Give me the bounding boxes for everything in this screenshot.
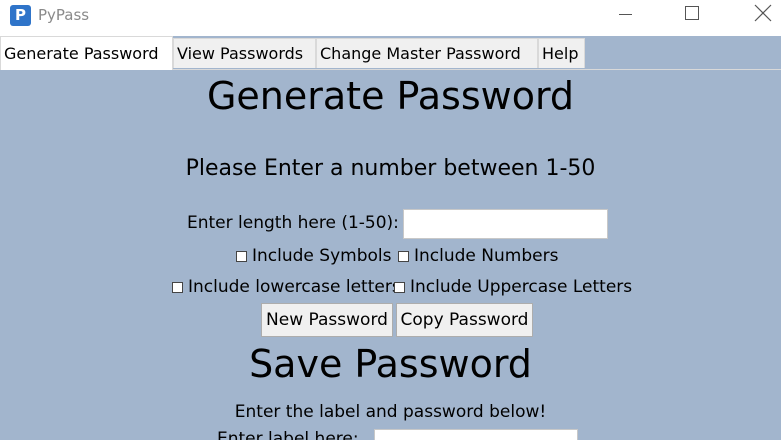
- include-lowercase-checkbox[interactable]: Include lowercase letters: [172, 277, 401, 297]
- window-title: PyPass: [38, 6, 90, 24]
- include-uppercase-label: Include Uppercase Letters: [410, 277, 633, 297]
- checkbox-box[interactable]: [394, 281, 405, 293]
- app-window: P PyPass Generate Password View Password…: [0, 0, 781, 440]
- checkbox-box[interactable]: [172, 281, 183, 293]
- generate-heading: Generate Password: [206, 74, 575, 118]
- include-numbers-checkbox[interactable]: Include Numbers: [398, 246, 558, 266]
- include-uppercase-checkbox[interactable]: Include Uppercase Letters: [394, 277, 632, 297]
- include-numbers-label: Include Numbers: [414, 246, 559, 266]
- checkbox-box[interactable]: [236, 250, 247, 262]
- maximize-icon: [685, 6, 699, 20]
- include-symbols-label: Include Symbols: [252, 246, 392, 266]
- tab-view-passwords[interactable]: View Passwords: [173, 38, 316, 68]
- length-input[interactable]: [403, 209, 608, 239]
- app-icon: P: [10, 5, 31, 26]
- tab-generate-password[interactable]: Generate Password: [0, 36, 173, 70]
- maximize-button[interactable]: [668, 0, 714, 30]
- save-heading: Save Password: [249, 342, 532, 386]
- include-symbols-checkbox[interactable]: Include Symbols: [236, 246, 391, 266]
- include-lowercase-label: Include lowercase letters: [188, 277, 401, 297]
- tab-change-master-password[interactable]: Change Master Password: [316, 38, 538, 68]
- new-password-button[interactable]: New Password: [261, 303, 393, 337]
- title-bar: P PyPass: [0, 0, 781, 36]
- tab-strip: Generate Password View Passwords Change …: [0, 36, 781, 70]
- close-icon: [754, 4, 772, 22]
- minimize-button[interactable]: [602, 0, 648, 30]
- minimize-icon: [619, 14, 632, 15]
- label-field-label: Enter label here:: [217, 429, 359, 440]
- copy-password-button[interactable]: Copy Password: [396, 303, 533, 337]
- label-input[interactable]: [374, 429, 578, 440]
- save-instruction: Enter the label and password below!: [234, 402, 547, 422]
- close-button[interactable]: [737, 0, 781, 30]
- checkbox-box[interactable]: [398, 250, 409, 262]
- length-label: Enter length here (1-50):: [187, 213, 399, 233]
- tab-help[interactable]: Help: [538, 38, 585, 68]
- generate-instruction: Please Enter a number between 1-50: [185, 156, 596, 181]
